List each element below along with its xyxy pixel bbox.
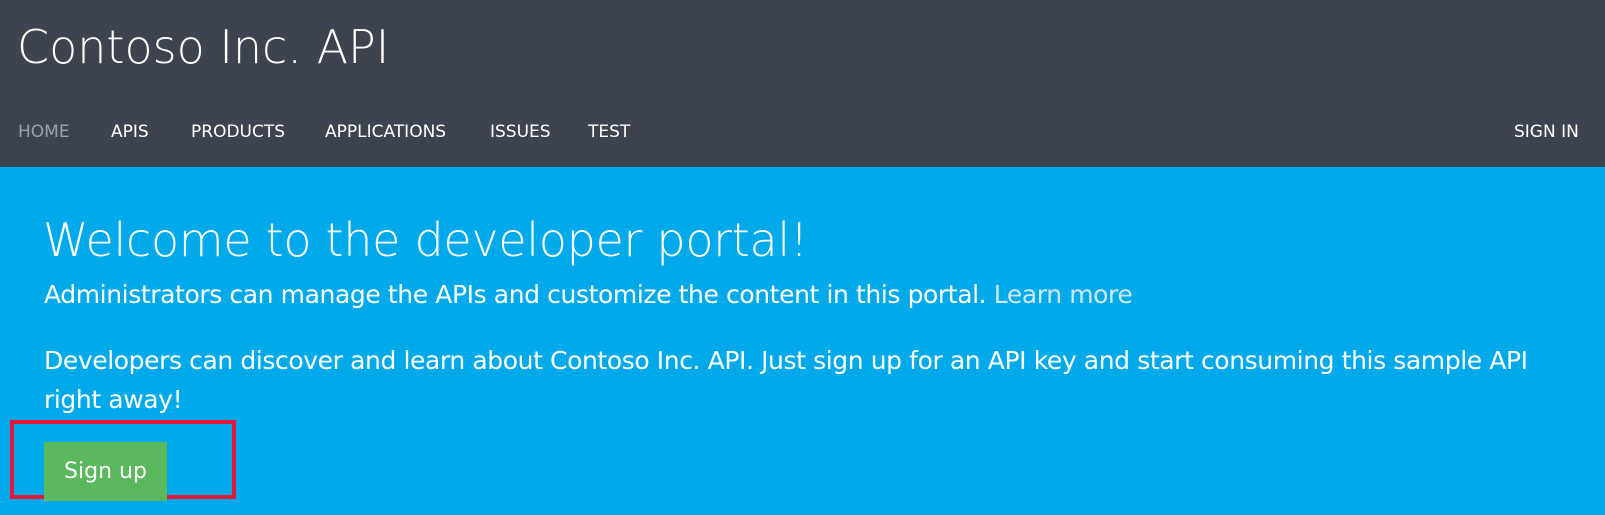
sign-in-link[interactable]: SIGN IN	[1514, 122, 1579, 142]
main-nav: HOME APIS PRODUCTS APPLICATIONS ISSUES T…	[0, 122, 1605, 150]
page-title: Welcome to the developer portal!	[43, 213, 809, 267]
site-header: Contoso Inc. API HOME APIS PRODUCTS APPL…	[0, 0, 1605, 167]
nav-apis[interactable]: APIS	[111, 122, 149, 142]
developer-description: Developers can discover and learn about …	[44, 346, 1528, 414]
sign-up-button[interactable]: Sign up	[44, 442, 167, 501]
nav-products[interactable]: PRODUCTS	[191, 122, 285, 142]
admin-description: Administrators can manage the APIs and c…	[44, 275, 1133, 314]
nav-issues[interactable]: ISSUES	[490, 122, 551, 142]
nav-test[interactable]: TEST	[588, 122, 630, 142]
nav-home[interactable]: HOME	[18, 122, 70, 142]
hero-section: Welcome to the developer portal! Adminis…	[0, 167, 1605, 515]
admin-text: Administrators can manage the APIs and c…	[44, 280, 987, 309]
site-brand[interactable]: Contoso Inc. API	[17, 20, 389, 74]
learn-more-link[interactable]: Learn more	[994, 280, 1133, 309]
nav-applications[interactable]: APPLICATIONS	[325, 122, 446, 142]
